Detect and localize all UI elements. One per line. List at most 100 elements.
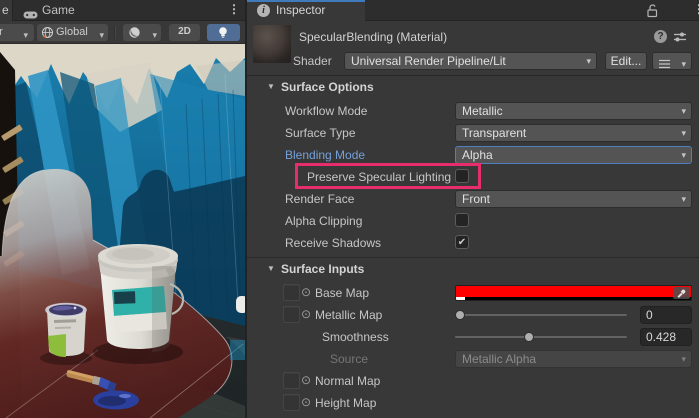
render-face-row: Render Face Front ▾ [247,188,699,210]
base-map-texture-slot[interactable] [283,284,300,301]
receive-shadows-row: Receive Shadows ✔ [247,232,699,254]
base-map-alpha-fill [456,297,465,300]
base-map-row: ⊙ Base Map [247,282,699,304]
check-icon: ✔ [458,237,466,248]
scene-tabstrip: e Game ⋮ [0,0,245,21]
chevron-down-icon: ▾ [586,56,591,66]
render-face-value: Front [462,192,490,206]
global-axis-button[interactable]: Global ▾ [37,24,108,41]
metallic-map-slider-handle[interactable] [455,310,465,320]
smoothness-label: Smoothness [322,330,389,344]
receive-shadows-label: Receive Shadows [285,236,381,250]
chevron-down-icon: ▾ [23,27,28,43]
chevron-down-icon: ▾ [681,56,686,72]
object-picker-icon[interactable]: ⊙ [301,285,311,299]
tab-game[interactable]: Game [14,0,106,21]
shader-list-button[interactable]: ▾ [652,52,692,70]
metallic-map-texture-slot[interactable] [283,306,300,323]
preserve-specular-checkbox[interactable] [455,169,469,183]
shader-edit-button[interactable]: Edit... [605,52,647,70]
normal-map-label: Normal Map [315,374,380,388]
edit-button-label: Edit... [611,54,642,68]
height-map-label: Height Map [315,396,376,410]
tab-inspector[interactable]: i Inspector [247,0,365,21]
source-value: Metallic Alpha [462,352,536,366]
smoothness-slider[interactable] [455,326,627,348]
chevron-down-icon: ▾ [152,27,157,43]
chevron-down-icon: ▾ [99,27,104,43]
scene-view-panel: e Game ⋮ ter ▾ Global ▾ [0,0,245,418]
source-dropdown: Metallic Alpha ▾ [455,350,692,368]
info-icon: i [257,4,270,17]
shader-dropdown[interactable]: Universal Render Pipeline/Lit ▾ [344,52,597,70]
tab-scene-partial-label: e [2,3,9,17]
render-sphere-icon [128,26,141,44]
eyedropper-icon [676,287,687,298]
surface-inputs-title: Surface Inputs [281,262,364,276]
base-map-color-swatch [456,286,691,297]
metallic-map-value-field[interactable]: 0 [640,306,692,324]
pivot-mode-label: ter [0,26,3,38]
chevron-down-icon: ▾ [681,194,686,204]
blending-mode-dropdown[interactable]: Alpha ▾ [455,146,692,164]
surface-options-title: Surface Options [281,80,374,94]
eyedropper-button[interactable] [673,287,690,299]
surface-type-dropdown[interactable]: Transparent ▾ [455,124,692,142]
shader-row: Shader Universal Render Pipeline/Lit ▾ E… [247,51,699,71]
lock-open-icon[interactable] [645,3,659,21]
object-picker-icon[interactable]: ⊙ [301,395,311,409]
tab-inspector-label: Inspector [276,3,325,17]
metallic-map-slider[interactable] [455,304,627,326]
alpha-clipping-checkbox[interactable] [455,213,469,227]
metallic-map-label: Metallic Map [315,308,382,322]
surface-inputs-header[interactable]: ▼ Surface Inputs [247,260,699,280]
list-icon [659,57,671,73]
chevron-down-icon: ▾ [681,128,686,138]
presets-icon[interactable] [673,31,687,46]
blending-mode-label: Blending Mode [285,148,365,162]
lightbulb-icon [217,26,229,40]
workflow-mode-dropdown[interactable]: Metallic ▾ [455,102,692,120]
render-face-dropdown[interactable]: Front ▾ [455,190,692,208]
receive-shadows-checkbox[interactable]: ✔ [455,235,469,249]
slider-track [455,336,627,338]
slider-track [455,314,627,316]
shader-label: Shader [293,54,332,68]
pivot-mode-button[interactable]: ter ▾ [0,24,34,41]
scene-lighting-toggle-button[interactable] [207,24,240,41]
blending-mode-value: Alpha [462,148,493,162]
inspector-menu-kebab-icon[interactable]: ⋮ [693,2,699,16]
smoothness-slider-handle[interactable] [524,332,534,342]
surface-type-value: Transparent [462,126,526,140]
normal-map-texture-slot[interactable] [283,372,300,389]
material-title: SpecularBlending (Material) [299,30,447,44]
foldout-arrow-icon: ▼ [267,264,275,273]
shading-mode-button[interactable]: ▾ [123,24,161,41]
workflow-mode-value: Metallic [462,104,503,118]
help-icon[interactable]: ? [654,30,667,43]
alpha-clipping-row: Alpha Clipping [247,210,699,232]
scene-render [0,44,245,418]
scene-menu-kebab-icon[interactable]: ⋮ [228,2,240,16]
toggle-2d-label: 2D [178,26,191,37]
tab-scene-partial[interactable]: e [0,0,13,21]
chevron-down-icon: ▾ [681,354,686,364]
source-label: Source [330,352,368,366]
surface-options-header[interactable]: ▼ Surface Options [247,78,699,98]
material-menu-kebab-icon[interactable]: ⋮ [694,29,699,43]
toolbar-separator [114,26,116,39]
unity-editor-window: e Game ⋮ ter ▾ Global ▾ [0,0,699,418]
toggle-2d-button[interactable]: 2D [169,24,200,41]
object-picker-icon[interactable]: ⊙ [301,373,311,387]
base-map-color-field[interactable] [455,285,692,301]
scene-viewport[interactable] [0,44,245,418]
height-map-texture-slot[interactable] [283,394,300,411]
inspector-panel: i Inspector ⋮ SpecularBlending (Material… [245,0,699,418]
alpha-clipping-label: Alpha Clipping [285,214,362,228]
scene-toolbar: ter ▾ Global ▾ ▾ 2D [0,21,245,44]
object-picker-icon[interactable]: ⊙ [301,307,311,321]
base-map-alpha-strip [456,297,691,300]
preserve-specular-label: Preserve Specular Lighting [307,170,451,184]
surface-type-row: Surface Type Transparent ▾ [247,122,699,144]
smoothness-value-field[interactable]: 0.428 [640,328,692,346]
